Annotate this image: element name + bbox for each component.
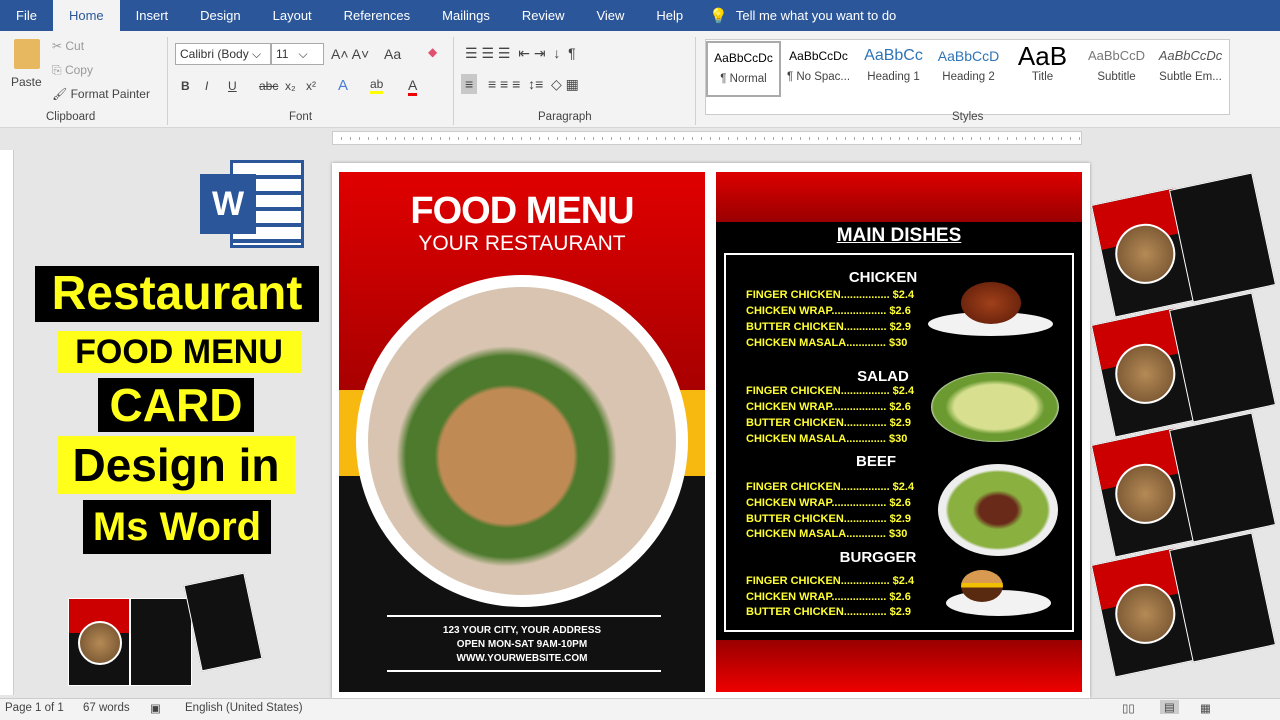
style-no-spacing[interactable]: AaBbCcDc ¶ No Spac... — [781, 41, 856, 97]
salad-image — [931, 372, 1059, 442]
bullets-icon[interactable]: ☰ ☰ ☰ ⇤ ⇥ ↓ ¶ — [465, 45, 576, 62]
clipboard-label: Clipboard — [46, 111, 96, 123]
page-count[interactable]: Page 1 of 1 — [5, 702, 64, 714]
lightbulb-icon: 💡 — [709, 7, 728, 25]
menu-item: CHICKEN MASALA............. $30 — [746, 528, 908, 540]
thumbnail-menu — [68, 598, 130, 686]
menu-item: FINGER CHICKEN................ $2.4 — [746, 385, 915, 397]
tab-home[interactable]: Home — [52, 0, 120, 31]
menu-subtitle: YOUR RESTAURANT — [418, 232, 626, 255]
horizontal-ruler[interactable] — [332, 131, 1082, 145]
cut-button[interactable]: ✂ Cut — [52, 39, 84, 53]
underline-button[interactable]: U — [228, 79, 237, 93]
language[interactable]: English (United States) — [185, 702, 303, 714]
ribbon: Paste ✂ Cut ⎘ Copy 🖌 Format Painter Clip… — [0, 31, 1280, 128]
font-family-select[interactable]: Calibri (Body ⌵ — [175, 43, 271, 65]
menu-item: CHICKEN WRAP.................. $2.6 — [746, 305, 911, 317]
strikethrough-button[interactable]: abc — [259, 79, 278, 93]
style-subtle-emphasis[interactable]: AaBbCcDc Subtle Em... — [1153, 41, 1228, 97]
overlay-food-menu: FOOD MENU — [57, 331, 301, 373]
vertical-ruler[interactable] — [0, 150, 14, 695]
highlight-icon[interactable]: ab — [370, 77, 384, 94]
tab-review[interactable]: Review — [506, 0, 581, 31]
paste-icon — [14, 39, 40, 69]
tab-references[interactable]: References — [328, 0, 426, 31]
web-layout-icon[interactable]: ▦ — [1200, 701, 1211, 715]
bold-button[interactable]: B — [181, 79, 190, 93]
styles-label: Styles — [952, 111, 984, 123]
style-heading-1[interactable]: AaBbCc Heading 1 — [856, 41, 931, 97]
menu-item: CHICKEN MASALA............. $30 — [746, 433, 908, 445]
menu-item: FINGER CHICKEN................ $2.4 — [746, 289, 915, 301]
align-buttons[interactable]: ≡ ≡ ≡ ↕≡ ◇ ▦ — [488, 76, 579, 93]
tell-me-search[interactable]: Tell me what you want to do — [728, 0, 912, 31]
tab-design[interactable]: Design — [184, 0, 256, 31]
subscript-button[interactable]: x₂ — [285, 79, 296, 93]
menu-item: CHICKEN WRAP.................. $2.6 — [746, 591, 911, 603]
read-mode-icon[interactable]: ▯▯ — [1122, 701, 1135, 715]
status-bar: Page 1 of 1 67 words ▣ English (United S… — [0, 698, 1280, 720]
menu-item: FINGER CHICKEN................ $2.4 — [746, 481, 915, 493]
change-case-button[interactable]: Aa — [384, 46, 401, 62]
text-effects-icon[interactable]: A — [338, 77, 348, 94]
website: WWW.YOURWEBSITE.COM — [456, 653, 588, 664]
hours: OPEN MON-SAT 9AM-10PM — [456, 639, 588, 650]
menu-item: CHICKEN WRAP.................. $2.6 — [746, 401, 911, 413]
grow-font-button[interactable]: A˄ A˅ — [331, 46, 369, 62]
thumbnail-menu — [183, 572, 263, 672]
tab-mailings[interactable]: Mailings — [426, 0, 506, 31]
copy-button[interactable]: ⎘ Copy — [52, 63, 93, 78]
section-burgger: BURGGER — [839, 549, 917, 566]
beef-image — [938, 464, 1058, 556]
menu-title: FOOD MENU — [410, 190, 634, 232]
superscript-button[interactable]: x² — [306, 79, 316, 93]
style-heading-2[interactable]: AaBbCcD Heading 2 — [931, 41, 1006, 97]
italic-button[interactable]: I — [205, 79, 208, 93]
address: 123 YOUR CITY, YOUR ADDRESS — [442, 625, 602, 636]
menu-item: BUTTER CHICKEN.............. $2.9 — [746, 417, 912, 429]
overlay-ms-word: Ms Word — [83, 500, 271, 554]
proofing-icon[interactable]: ▣ — [150, 701, 161, 715]
section-beef: BEEF — [855, 453, 896, 470]
align-left-button[interactable]: ≡ — [461, 74, 478, 94]
format-painter-button[interactable]: 🖌 Format Painter — [52, 87, 150, 101]
menu-item: BUTTER CHICKEN.............. $2.9 — [746, 606, 912, 618]
style-normal[interactable]: AaBbCcDc ¶ Normal — [706, 41, 781, 97]
paste-button[interactable]: Paste — [11, 75, 42, 89]
menu-item: FINGER CHICKEN................ $2.4 — [746, 575, 915, 587]
tab-layout[interactable]: Layout — [257, 0, 328, 31]
clear-format-icon[interactable]: ◆ — [428, 45, 437, 59]
overlay-card: CARD — [98, 378, 254, 432]
menu-item: CHICKEN WRAP.................. $2.6 — [746, 497, 911, 509]
tab-help[interactable]: Help — [640, 0, 699, 31]
tab-insert[interactable]: Insert — [120, 0, 185, 31]
font-label: Font — [289, 111, 313, 123]
menu-item: BUTTER CHICKEN.............. $2.9 — [746, 321, 912, 333]
thumbnail-menu — [130, 598, 192, 686]
section-chicken: CHICKEN — [848, 269, 918, 286]
word-count[interactable]: 67 words — [83, 702, 130, 714]
word-logo-icon: W — [200, 160, 304, 248]
main-dishes-heading: MAIN DISHES — [836, 225, 962, 246]
tab-view[interactable]: View — [580, 0, 640, 31]
font-size-select[interactable]: 11 ⌵ — [271, 43, 324, 65]
paragraph-label: Paragraph — [538, 111, 592, 123]
print-layout-icon[interactable]: ▤ — [1160, 700, 1179, 714]
font-color-icon[interactable]: A — [408, 77, 418, 96]
menu-item: BUTTER CHICKEN.............. $2.9 — [746, 513, 912, 525]
style-title[interactable]: AaB Title — [1005, 41, 1080, 97]
menu-inside-panel: MAIN DISHES CHICKEN FINGER CHICKEN......… — [716, 172, 1082, 692]
overlay-design-in: Design in — [57, 436, 295, 494]
menu-front-panel: FOOD MENU YOUR RESTAURANT 123 YOUR CITY,… — [339, 172, 705, 692]
tab-file[interactable]: File — [0, 0, 53, 31]
menu-bar: File Home Insert Design Layout Reference… — [0, 0, 1280, 31]
style-subtitle[interactable]: AaBbCcD Subtitle — [1079, 41, 1154, 97]
menu-item: CHICKEN MASALA............. $30 — [746, 337, 908, 349]
overlay-title-restaurant: Restaurant — [35, 266, 319, 322]
